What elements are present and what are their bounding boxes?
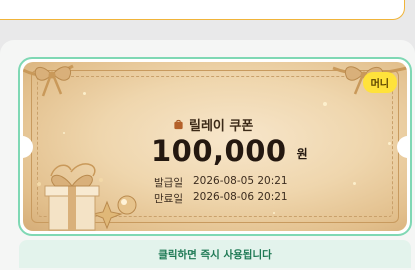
issued-date: 2026-08-05 20:21 — [192, 175, 288, 187]
sparkle — [323, 102, 327, 106]
coupon-amount-row: 100,000 원 — [151, 134, 308, 168]
expires-label: 만료일 — [154, 193, 183, 205]
issued-date-row: 발급일 2026-08-05 20:21 — [154, 175, 288, 190]
expires-date-row: 만료일 2026-08-06 20:21 — [154, 191, 288, 206]
sparkle — [388, 142, 391, 145]
coupon-title: 릴레이 쿠폰 — [189, 119, 254, 134]
coupon-amount: 100,000 — [151, 134, 287, 168]
expires-date: 2026-08-06 20:21 — [192, 191, 288, 203]
sparkle — [63, 132, 65, 134]
issued-label: 발급일 — [154, 177, 183, 189]
ribbon-bow-top-left-icon — [23, 64, 74, 97]
top-input-field[interactable] — [0, 0, 405, 20]
use-coupon-button[interactable]: 클릭하면 즉시 사용됩니다 — [19, 240, 411, 268]
use-coupon-label: 클릭하면 즉시 사용됩니다 — [158, 248, 272, 261]
coupon-unit: 원 — [296, 147, 308, 161]
coupon-title-row: 릴레이 쿠폰 — [173, 115, 253, 134]
coupon-ticket: 머니 릴레이 쿠폰 100,000 원 발급일 2026-08-05 20:21… — [23, 62, 407, 231]
gift-box-decoration-icon — [37, 163, 137, 231]
sparkle — [353, 182, 356, 185]
shopping-bag-icon — [174, 119, 183, 130]
sparkle — [273, 212, 275, 214]
money-badge: 머니 — [362, 72, 397, 93]
coupon-card[interactable]: 머니 릴레이 쿠폰 100,000 원 발급일 2026-08-05 20:21… — [18, 57, 412, 236]
